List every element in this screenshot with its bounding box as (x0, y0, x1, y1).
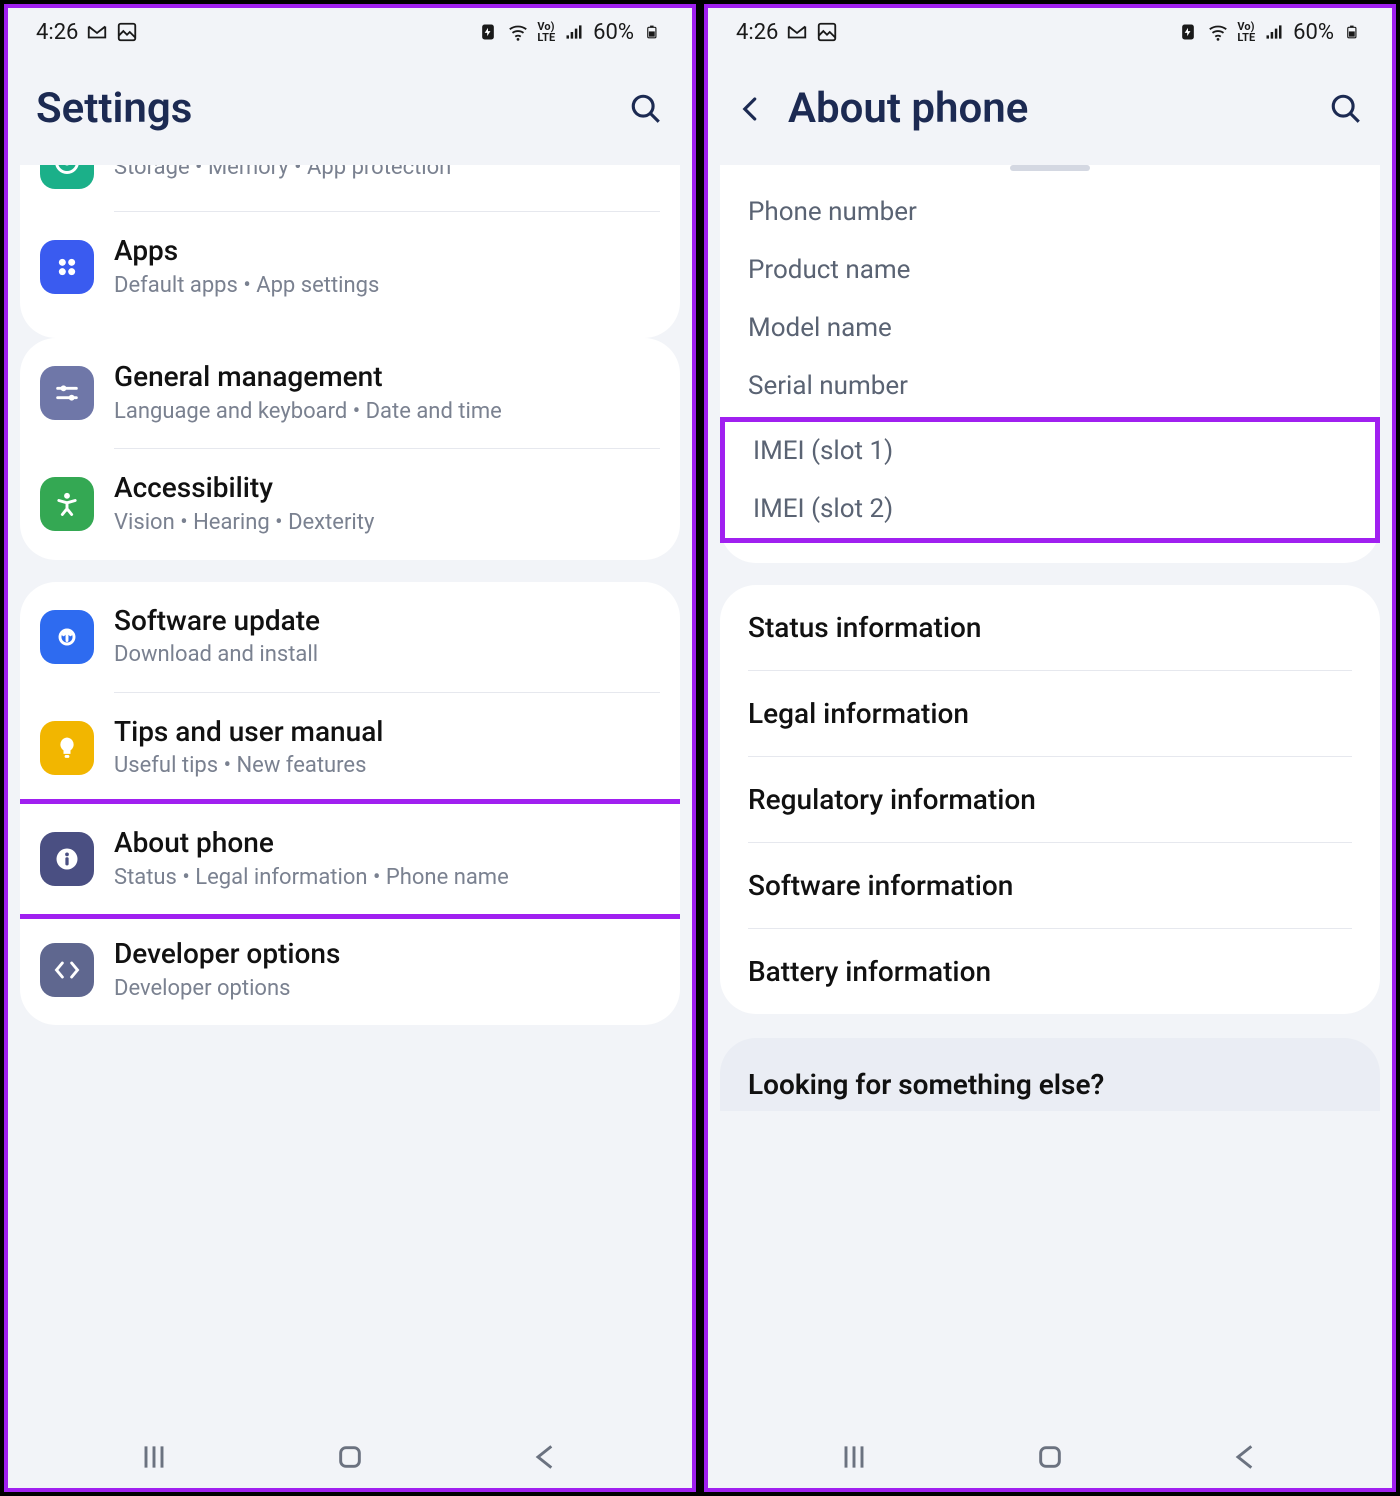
info-imei-slot2[interactable]: IMEI (slot 2) (725, 480, 1375, 538)
row-subtitle: Download and install (114, 641, 660, 670)
row-title: General management (114, 360, 660, 394)
row-title: Developer options (114, 937, 660, 971)
phone-screen-about: 4:26 Vo)LTE 60% (704, 4, 1396, 1492)
settings-item-software-update[interactable]: Software update Download and install (20, 582, 680, 692)
page-title: Settings (36, 84, 628, 133)
recents-button[interactable] (834, 1437, 874, 1477)
status-time: 4:26 (36, 20, 78, 45)
back-chevron-button[interactable] (736, 94, 772, 124)
row-title: Accessibility (114, 471, 660, 505)
volte-icon: Vo)LTE (537, 21, 555, 43)
recents-button[interactable] (134, 1437, 174, 1477)
info-phone-number[interactable]: Phone number (720, 183, 1380, 241)
signal-icon (563, 21, 585, 43)
device-care-icon (40, 165, 94, 189)
header: About phone (708, 56, 1392, 165)
search-button[interactable] (1328, 92, 1364, 126)
search-button[interactable] (628, 92, 664, 126)
row-title: Apps (114, 234, 660, 268)
looking-for-something-else[interactable]: Looking for something else? (720, 1038, 1380, 1111)
nav-bar (8, 1426, 692, 1488)
battery-icon (642, 21, 664, 43)
battery-saver-icon (477, 21, 499, 43)
about-list: Status information Legal information Reg… (720, 585, 1380, 1014)
update-icon (40, 610, 94, 664)
settings-list[interactable]: Storage • Memory • App protection Apps D… (8, 165, 692, 1426)
info-product-name[interactable]: Product name (720, 241, 1380, 299)
wifi-icon (507, 21, 529, 43)
battery-text: 60% (593, 20, 634, 45)
settings-item-tips[interactable]: Tips and user manual Useful tips • New f… (20, 693, 680, 803)
row-subtitle: Default apps • App settings (114, 272, 660, 301)
home-button[interactable] (330, 1437, 370, 1477)
info-serial-number[interactable]: Serial number (720, 357, 1380, 415)
signal-icon (1263, 21, 1285, 43)
home-button[interactable] (1030, 1437, 1070, 1477)
battery-saver-icon (1177, 21, 1199, 43)
row-title: About phone (114, 826, 660, 860)
gallery-icon (116, 21, 138, 43)
status-bar: 4:26 Vo)LTE 60% (8, 8, 692, 56)
item-legal-information[interactable]: Legal information (720, 671, 1380, 756)
row-subtitle: Vision • Hearing • Dexterity (114, 509, 660, 538)
about-content[interactable]: Phone number Product name Model name Ser… (708, 165, 1392, 1426)
row-title: Tips and user manual (114, 715, 660, 749)
phone-screen-settings: 4:26 Vo)LTE 60% Setti (4, 4, 696, 1492)
row-subtitle: Language and keyboard • Date and time (114, 398, 660, 427)
header: Settings (8, 56, 692, 165)
row-subtitle: Developer options (114, 975, 660, 1004)
wifi-icon (1207, 21, 1229, 43)
row-subtitle: Storage • Memory • App protection (114, 165, 660, 182)
battery-icon (1342, 21, 1364, 43)
nav-bar (708, 1426, 1392, 1488)
item-software-information[interactable]: Software information (720, 843, 1380, 928)
row-subtitle: Useful tips • New features (114, 752, 660, 781)
settings-item-general-management[interactable]: General management Language and keyboard… (20, 338, 680, 448)
settings-item-about-phone[interactable]: About phone Status • Legal information •… (20, 804, 680, 914)
gmail-icon (786, 21, 808, 43)
gallery-icon (816, 21, 838, 43)
info-model-name[interactable]: Model name (720, 299, 1380, 357)
page-title: About phone (788, 84, 1328, 133)
info-icon (40, 832, 94, 886)
row-subtitle: Status • Legal information • Phone name (114, 864, 660, 893)
bottom-sheet-grabber[interactable] (1010, 165, 1090, 171)
item-battery-information[interactable]: Battery information (720, 929, 1380, 1014)
battery-text: 60% (1293, 20, 1334, 45)
settings-item-apps[interactable]: Apps Default apps • App settings (20, 212, 680, 322)
gmail-icon (86, 21, 108, 43)
info-imei-slot1[interactable]: IMEI (slot 1) (725, 422, 1375, 480)
item-status-information[interactable]: Status information (720, 585, 1380, 670)
settings-item-developer-options[interactable]: Developer options Developer options (20, 915, 680, 1025)
volte-icon: Vo)LTE (1237, 21, 1255, 43)
apps-icon (40, 240, 94, 294)
accessibility-icon (40, 477, 94, 531)
tip-icon (40, 721, 94, 775)
item-regulatory-information[interactable]: Regulatory information (720, 757, 1380, 842)
back-button[interactable] (526, 1437, 566, 1477)
sliders-icon (40, 366, 94, 420)
status-time: 4:26 (736, 20, 778, 45)
dev-icon (40, 943, 94, 997)
settings-item-accessibility[interactable]: Accessibility Vision • Hearing • Dexteri… (20, 449, 680, 559)
back-button[interactable] (1226, 1437, 1266, 1477)
row-title: Software update (114, 604, 660, 638)
status-bar: 4:26 Vo)LTE 60% (708, 8, 1392, 56)
